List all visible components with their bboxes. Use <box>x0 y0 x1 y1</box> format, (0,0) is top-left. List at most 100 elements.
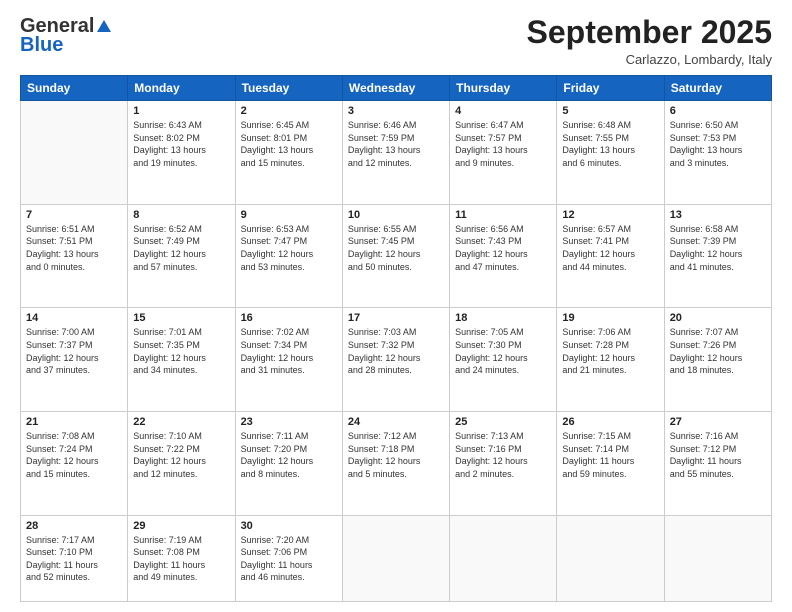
day-number: 24 <box>348 416 444 428</box>
day-info: Sunrise: 7:06 AMSunset: 7:28 PMDaylight:… <box>562 326 658 376</box>
calendar-cell: 26Sunrise: 7:15 AMSunset: 7:14 PMDayligh… <box>557 411 664 515</box>
logo: General Blue <box>20 15 114 57</box>
calendar-cell: 15 Sunrise: 7:01 AMSunset: 7:35 PMDayligh… <box>128 308 235 412</box>
calendar-cell <box>450 515 557 601</box>
calendar-cell: 21 Sunrise: 7:08 AMSunset: 7:24 PMDayligh… <box>21 411 128 515</box>
day-info: Sunrise: 6:58 AMSunset: 7:39 PMDaylight:… <box>670 223 766 273</box>
day-info: Sunrise: 7:13 AMSunset: 7:16 PMDaylight:… <box>455 430 551 480</box>
day-number: 17 <box>348 312 444 324</box>
calendar-cell: 5Sunrise: 6:48 AMSunset: 7:55 PMDaylight… <box>557 101 664 205</box>
calendar-cell: 27 Sunrise: 7:16 AMSunset: 7:12 PMDayligh… <box>664 411 771 515</box>
day-info: Sunrise: 7:01 AMSunset: 7:35 PMDaylight:… <box>133 326 229 376</box>
day-number: 10 <box>348 209 444 221</box>
day-info: Sunrise: 6:43 AMSunset: 8:02 PMDaylight:… <box>133 119 229 169</box>
calendar-cell: 6 Sunrise: 6:50 AMSunset: 7:53 PMDaylight… <box>664 101 771 205</box>
day-info: Sunrise: 6:46 AMSunset: 7:59 PMDaylight:… <box>348 119 444 169</box>
day-info: Sunrise: 7:05 AMSunset: 7:30 PMDaylight:… <box>455 326 551 376</box>
day-number: 20 <box>670 312 766 324</box>
day-info: Sunrise: 7:03 AMSunset: 7:32 PMDaylight:… <box>348 326 444 376</box>
calendar-cell: 29Sunrise: 7:19 AMSunset: 7:08 PMDayligh… <box>128 515 235 601</box>
day-info: Sunrise: 7:08 AMSunset: 7:24 PMDaylight:… <box>26 430 122 480</box>
day-number: 21 <box>26 416 122 428</box>
calendar-cell: 12Sunrise: 6:57 AMSunset: 7:41 PMDayligh… <box>557 204 664 308</box>
calendar-cell: 25 Sunrise: 7:13 AMSunset: 7:16 PMDayligh… <box>450 411 557 515</box>
day-info: Sunrise: 7:19 AMSunset: 7:08 PMDaylight:… <box>133 534 229 584</box>
col-tuesday: Tuesday <box>235 76 342 101</box>
day-number: 19 <box>562 312 658 324</box>
header: General Blue September 2025 Carlazzo, Lo… <box>20 15 772 67</box>
location-subtitle: Carlazzo, Lombardy, Italy <box>527 52 772 67</box>
day-info: Sunrise: 7:02 AMSunset: 7:34 PMDaylight:… <box>241 326 337 376</box>
day-info: Sunrise: 7:11 AMSunset: 7:20 PMDaylight:… <box>241 430 337 480</box>
col-friday: Friday <box>557 76 664 101</box>
calendar-cell: 2Sunrise: 6:45 AMSunset: 8:01 PMDaylight… <box>235 101 342 205</box>
day-number: 4 <box>455 105 551 117</box>
logo-blue: Blue <box>20 34 63 57</box>
day-number: 2 <box>241 105 337 117</box>
calendar-cell: 30Sunrise: 7:20 AMSunset: 7:06 PMDayligh… <box>235 515 342 601</box>
day-number: 8 <box>133 209 229 221</box>
calendar-cell: 7 Sunrise: 6:51 AMSunset: 7:51 PMDaylight… <box>21 204 128 308</box>
day-number: 15 <box>133 312 229 324</box>
logo-icon <box>95 18 113 36</box>
calendar-cell: 11 Sunrise: 6:56 AMSunset: 7:43 PMDayligh… <box>450 204 557 308</box>
day-number: 27 <box>670 416 766 428</box>
day-number: 25 <box>455 416 551 428</box>
day-number: 16 <box>241 312 337 324</box>
day-info: Sunrise: 7:17 AMSunset: 7:10 PMDaylight:… <box>26 534 122 584</box>
day-number: 7 <box>26 209 122 221</box>
day-info: Sunrise: 6:48 AMSunset: 7:55 PMDaylight:… <box>562 119 658 169</box>
calendar-cell: 3 Sunrise: 6:46 AMSunset: 7:59 PMDaylight… <box>342 101 449 205</box>
col-sunday: Sunday <box>21 76 128 101</box>
calendar-cell: 19 Sunrise: 7:06 AMSunset: 7:28 PMDayligh… <box>557 308 664 412</box>
day-info: Sunrise: 6:56 AMSunset: 7:43 PMDaylight:… <box>455 223 551 273</box>
day-info: Sunrise: 7:10 AMSunset: 7:22 PMDaylight:… <box>133 430 229 480</box>
month-title: September 2025 <box>527 15 772 50</box>
day-info: Sunrise: 7:00 AMSunset: 7:37 PMDaylight:… <box>26 326 122 376</box>
calendar-cell: 23 Sunrise: 7:11 AMSunset: 7:20 PMDayligh… <box>235 411 342 515</box>
col-thursday: Thursday <box>450 76 557 101</box>
col-wednesday: Wednesday <box>342 76 449 101</box>
day-number: 3 <box>348 105 444 117</box>
day-number: 9 <box>241 209 337 221</box>
day-info: Sunrise: 6:47 AMSunset: 7:57 PMDaylight:… <box>455 119 551 169</box>
calendar-cell <box>342 515 449 601</box>
day-number: 6 <box>670 105 766 117</box>
calendar-cell <box>21 101 128 205</box>
day-number: 13 <box>670 209 766 221</box>
day-info: Sunrise: 7:16 AMSunset: 7:12 PMDaylight:… <box>670 430 766 480</box>
calendar-cell: 22 Sunrise: 7:10 AMSunset: 7:22 PMDayligh… <box>128 411 235 515</box>
day-number: 26 <box>562 416 658 428</box>
day-number: 12 <box>562 209 658 221</box>
calendar-cell <box>557 515 664 601</box>
calendar-cell: 9 Sunrise: 6:53 AMSunset: 7:47 PMDaylight… <box>235 204 342 308</box>
calendar-cell: 10Sunrise: 6:55 AMSunset: 7:45 PMDayligh… <box>342 204 449 308</box>
day-info: Sunrise: 6:50 AMSunset: 7:53 PMDaylight:… <box>670 119 766 169</box>
day-number: 1 <box>133 105 229 117</box>
day-number: 22 <box>133 416 229 428</box>
calendar-cell: 17 Sunrise: 7:03 AMSunset: 7:32 PMDayligh… <box>342 308 449 412</box>
calendar-header-row: Sunday Monday Tuesday Wednesday Thursday… <box>21 76 772 101</box>
calendar-cell: 18Sunrise: 7:05 AMSunset: 7:30 PMDayligh… <box>450 308 557 412</box>
day-info: Sunrise: 6:53 AMSunset: 7:47 PMDaylight:… <box>241 223 337 273</box>
calendar-cell: 20 Sunrise: 7:07 AMSunset: 7:26 PMDayligh… <box>664 308 771 412</box>
day-number: 14 <box>26 312 122 324</box>
col-saturday: Saturday <box>664 76 771 101</box>
calendar-cell: 1 Sunrise: 6:43 AMSunset: 8:02 PMDaylight… <box>128 101 235 205</box>
calendar-cell: 16 Sunrise: 7:02 AMSunset: 7:34 PMDayligh… <box>235 308 342 412</box>
calendar-table: Sunday Monday Tuesday Wednesday Thursday… <box>20 75 772 602</box>
day-number: 23 <box>241 416 337 428</box>
title-section: September 2025 Carlazzo, Lombardy, Italy <box>527 15 772 67</box>
day-info: Sunrise: 6:51 AMSunset: 7:51 PMDaylight:… <box>26 223 122 273</box>
day-info: Sunrise: 6:52 AMSunset: 7:49 PMDaylight:… <box>133 223 229 273</box>
calendar-cell: 28 Sunrise: 7:17 AMSunset: 7:10 PMDayligh… <box>21 515 128 601</box>
calendar-cell <box>664 515 771 601</box>
day-info: Sunrise: 7:07 AMSunset: 7:26 PMDaylight:… <box>670 326 766 376</box>
day-number: 11 <box>455 209 551 221</box>
calendar-cell: 8 Sunrise: 6:52 AMSunset: 7:49 PMDaylight… <box>128 204 235 308</box>
day-number: 28 <box>26 520 122 532</box>
page: General Blue September 2025 Carlazzo, Lo… <box>0 0 792 612</box>
calendar-cell: 4 Sunrise: 6:47 AMSunset: 7:57 PMDaylight… <box>450 101 557 205</box>
calendar-cell: 24Sunrise: 7:12 AMSunset: 7:18 PMDayligh… <box>342 411 449 515</box>
day-number: 30 <box>241 520 337 532</box>
